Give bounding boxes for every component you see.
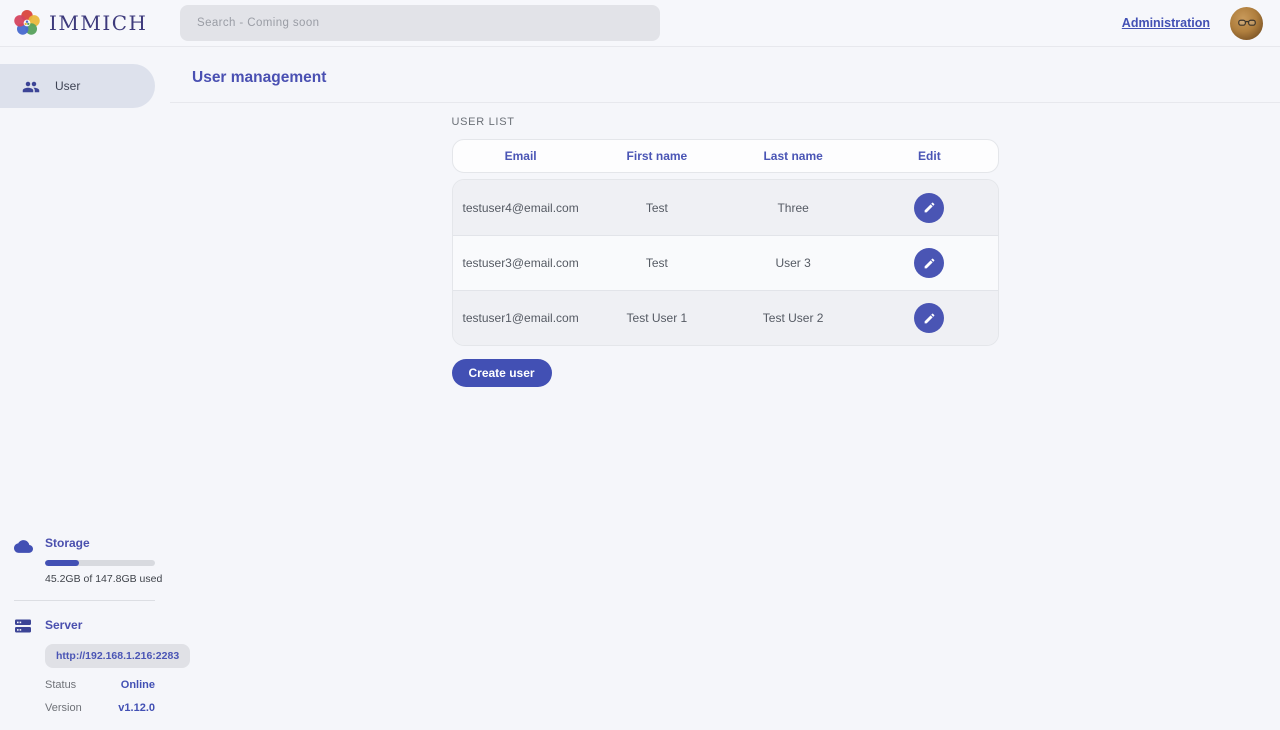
user-list-panel: USER LIST Email First name Last name Edi… [452,116,999,387]
storage-title: Storage [45,536,155,551]
page-header: User management [170,47,1280,103]
server-body: http://192.168.1.216:2283 Status Online … [45,635,155,714]
server-title: Server [45,618,82,633]
main-content: User management USER LIST Email First na… [170,47,1280,730]
user-list-label: USER LIST [452,116,999,128]
cell-first-name: Test [589,201,725,215]
sidebar-status-panel: Storage 45.2GB of 147.8GB used [0,536,170,730]
server-section: Server http://192.168.1.216:2283 Status … [14,616,155,714]
cell-first-name: Test User 1 [589,311,725,325]
column-header-email: Email [453,149,589,163]
sidebar: User Storage 45.2GB of 147.8GB used [0,47,170,730]
edit-user-button[interactable] [914,248,944,278]
top-bar: IMMICH Administration [0,0,1280,47]
cell-last-name: Three [725,201,861,215]
create-user-button[interactable]: Create user [452,359,552,387]
cell-email: testuser1@email.com [453,311,589,325]
top-bar-right: Administration [1122,7,1280,40]
cell-email: testuser4@email.com [453,201,589,215]
user-table: testuser4@email.com Test Three [452,179,999,346]
table-row: testuser4@email.com Test Three [453,180,998,235]
server-version-row: Version v1.12.0 [45,702,155,714]
pencil-icon [923,257,936,270]
immich-flower-icon [14,10,40,36]
sidebar-spacer [0,108,170,536]
edit-user-button[interactable] [914,303,944,333]
users-group-icon [22,77,41,96]
page-title: User management [192,69,326,86]
sidebar-item-user[interactable]: User [0,64,155,108]
user-avatar[interactable] [1230,7,1263,40]
status-label: Status [45,679,76,691]
cell-last-name: Test User 2 [725,311,861,325]
edit-user-button[interactable] [914,193,944,223]
storage-progress-fill [45,560,79,566]
pencil-icon [923,312,936,325]
sidebar-item-label: User [55,79,80,93]
administration-link[interactable]: Administration [1122,16,1210,30]
server-icon [14,616,33,635]
cell-email: testuser3@email.com [453,256,589,270]
table-row: testuser3@email.com Test User 3 [453,235,998,290]
storage-usage-text: 45.2GB of 147.8GB used [45,573,155,585]
version-label: Version [45,702,82,714]
column-header-first-name: First name [589,149,725,163]
cloud-icon [14,536,33,556]
column-header-last-name: Last name [725,149,861,163]
server-url-chip: http://192.168.1.216:2283 [45,644,190,668]
cell-last-name: User 3 [725,256,861,270]
main-layout: User Storage 45.2GB of 147.8GB used [0,47,1280,730]
column-header-edit: Edit [861,149,997,163]
server-status-row: Status Online [45,679,155,691]
logo-text: IMMICH [49,11,148,35]
version-value: v1.12.0 [118,702,155,714]
sidebar-divider [14,600,155,601]
status-value: Online [121,679,155,691]
cell-first-name: Test [589,256,725,270]
pencil-icon [923,201,936,214]
table-header-row: Email First name Last name Edit [452,139,999,173]
storage-section: Storage 45.2GB of 147.8GB used [14,536,155,585]
search-bar [180,5,660,41]
app-logo: IMMICH [0,10,170,36]
table-row: testuser1@email.com Test User 1 Test Use… [453,290,998,345]
storage-content: Storage 45.2GB of 147.8GB used [45,536,155,585]
glasses-icon [1236,12,1258,34]
storage-progress-track [45,560,155,566]
search-input[interactable] [180,5,660,41]
